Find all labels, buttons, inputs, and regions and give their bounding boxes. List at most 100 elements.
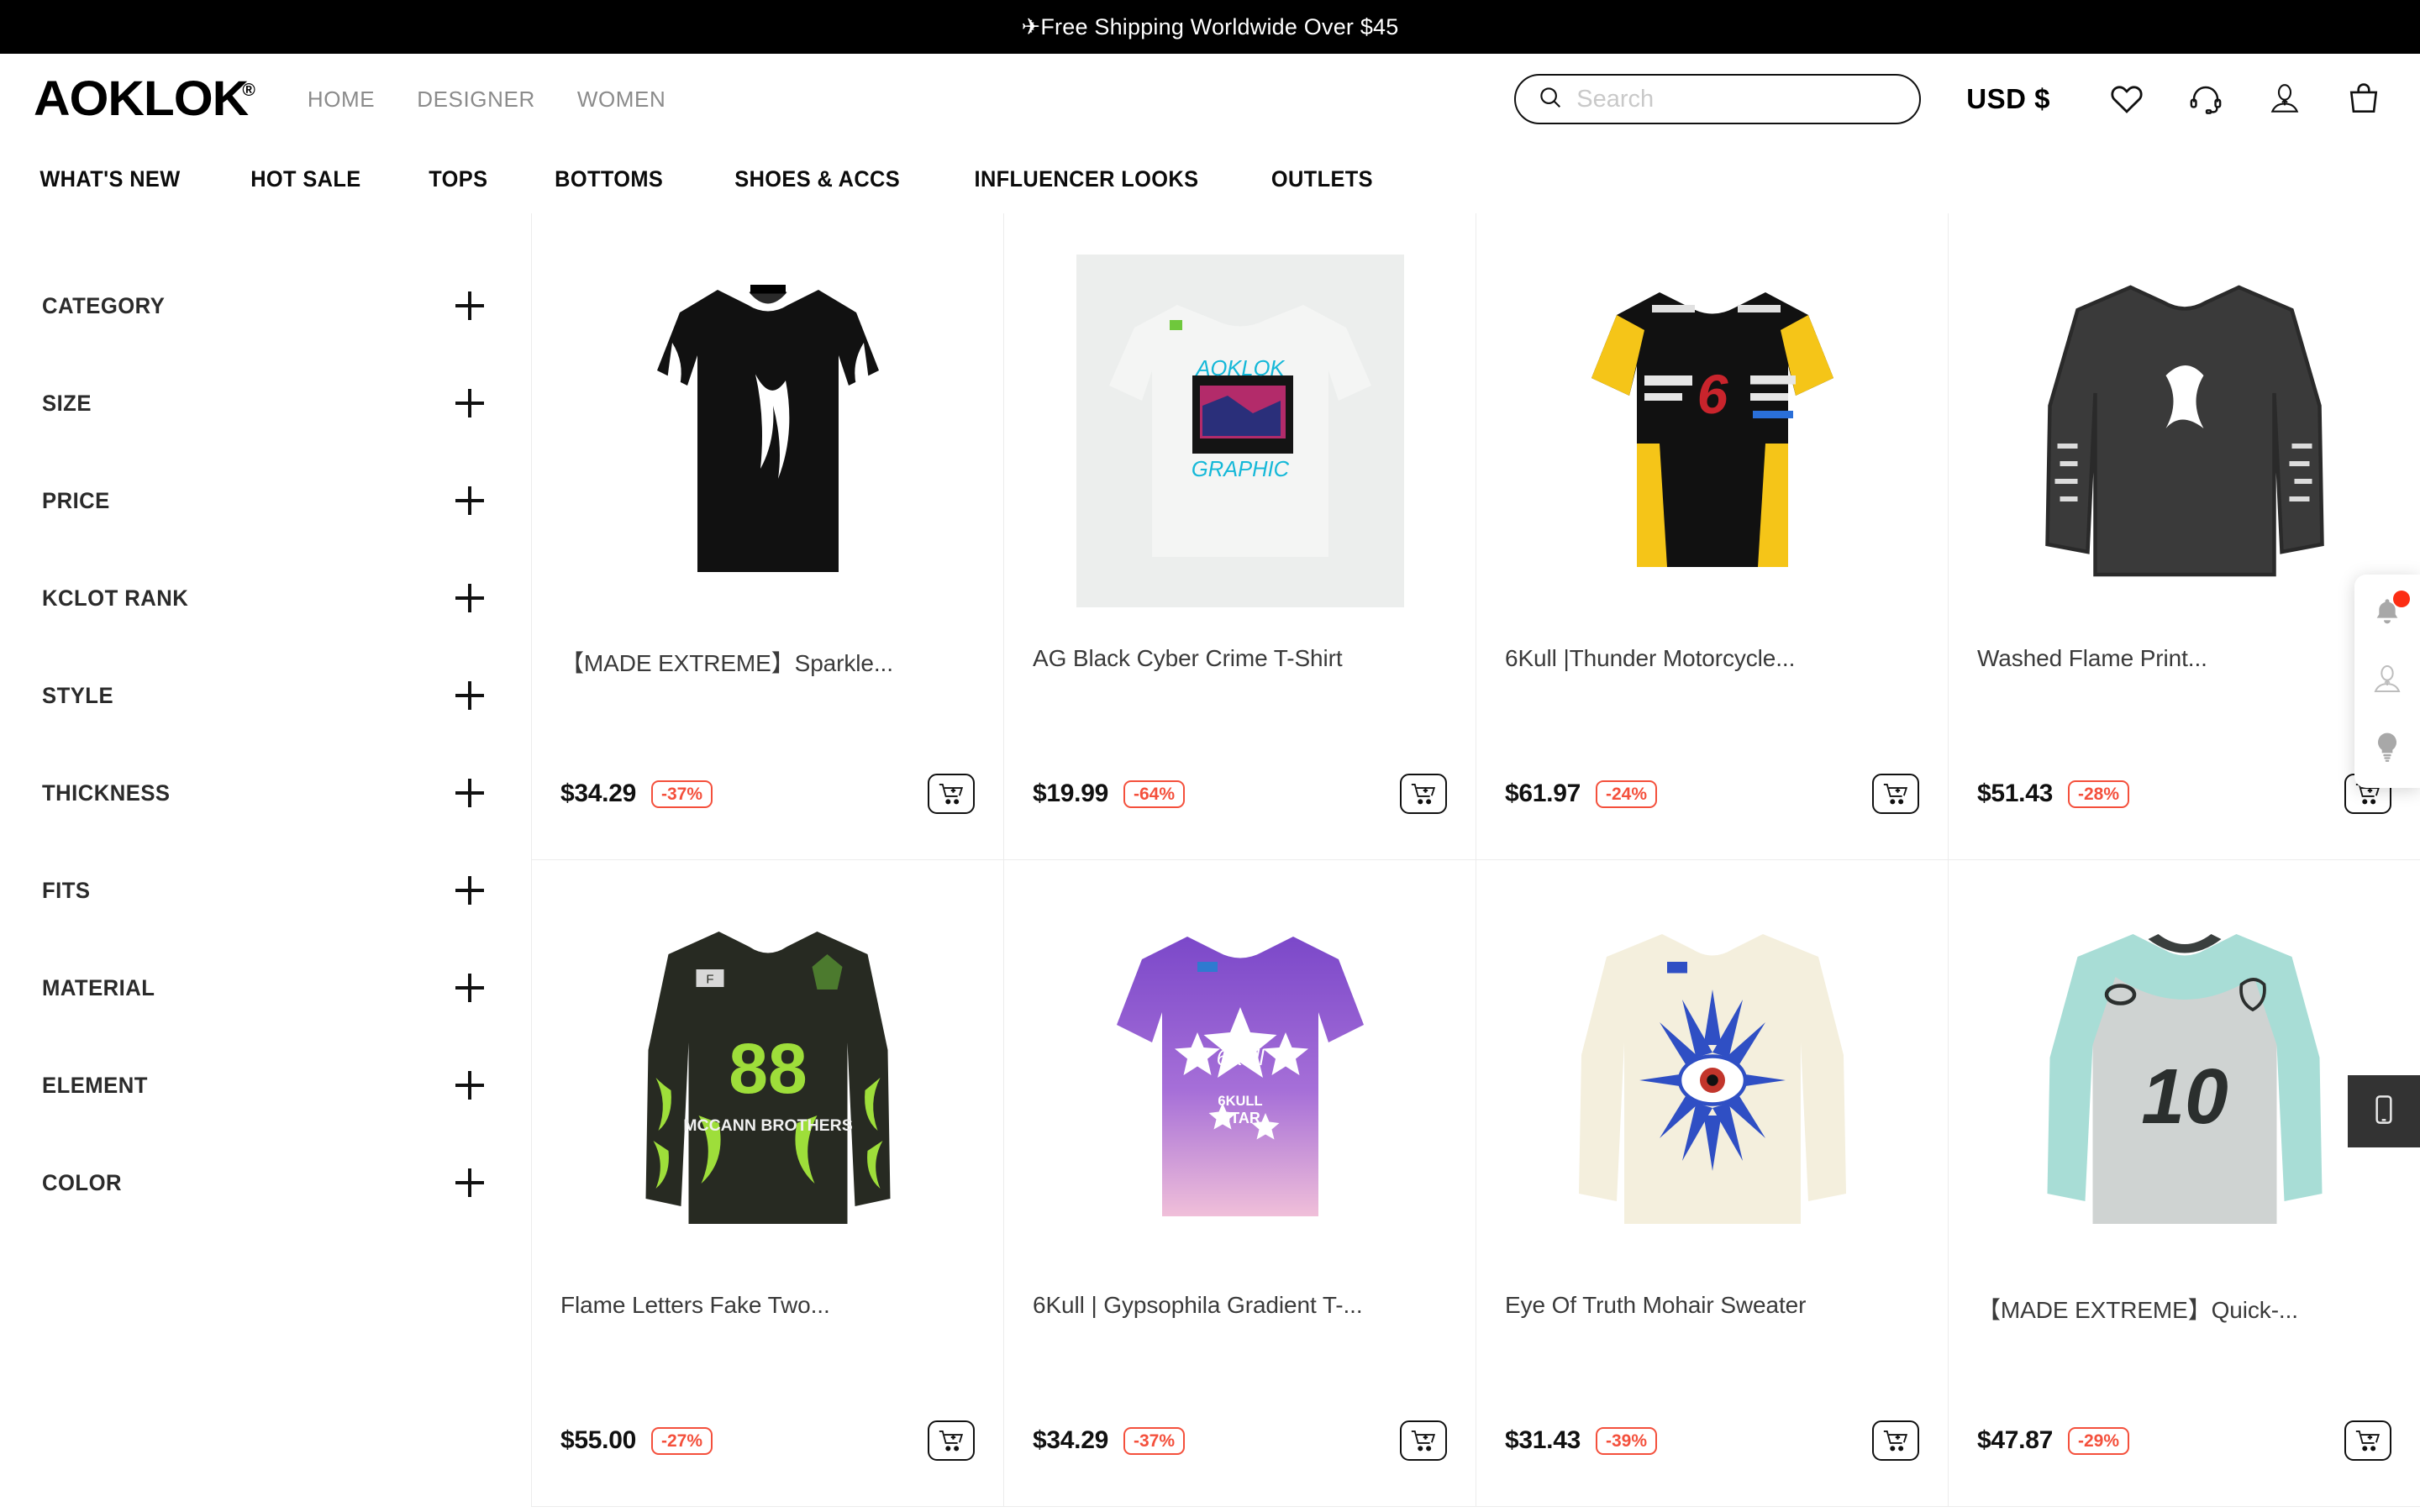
plus-icon[interactable]	[455, 1168, 484, 1197]
product-price: $55.00	[560, 1426, 636, 1454]
user-icon[interactable]	[2368, 660, 2407, 699]
product-title[interactable]: 【MADE EXTREME】Quick-...	[1977, 1292, 2391, 1326]
main-nav-influencer-looks[interactable]: INFLUENCER LOOKS	[974, 166, 1198, 192]
main-nav-whats-new[interactable]: WHAT'S NEW	[39, 166, 180, 192]
svg-text:AOKLOK: AOKLOK	[1194, 357, 1285, 381]
add-to-cart-icon[interactable]	[1400, 774, 1447, 814]
main-nav-bottoms[interactable]: BOTTOMS	[555, 166, 663, 192]
svg-text:88: 88	[729, 1029, 807, 1108]
product-card[interactable]: 10 【MADE EXTREME】Quick-... $47.87 -29%	[1948, 860, 2420, 1507]
plus-icon[interactable]	[455, 876, 484, 905]
product-title[interactable]: Flame Letters Fake Two...	[560, 1292, 975, 1319]
plus-icon[interactable]	[455, 291, 484, 320]
filter-label: STYLE	[42, 682, 114, 708]
mobile-app-button[interactable]	[2348, 1075, 2420, 1147]
filter-color[interactable]: COLOR	[42, 1134, 484, 1231]
filter-element[interactable]: ELEMENT	[42, 1037, 484, 1134]
plus-icon[interactable]	[455, 486, 484, 515]
lightbulb-icon[interactable]	[2368, 727, 2407, 766]
top-nav: HOME DESIGNER WOMEN	[308, 87, 666, 113]
product-image[interactable]: 6Kull 6KULL STAR	[1033, 880, 1447, 1275]
product-card[interactable]: 6 6Kull |Thunder Motorcycle... $61.97 -2…	[1476, 213, 1948, 860]
logo-text: AOKLOK	[34, 71, 249, 126]
product-card[interactable]: AOKLOK GRAPHIC AG Black Cyber Crime T-Sh…	[1003, 213, 1476, 860]
top-nav-home[interactable]: HOME	[308, 87, 375, 113]
filter-style[interactable]: STYLE	[42, 647, 484, 744]
add-to-cart-icon[interactable]	[1872, 1420, 1919, 1461]
main-nav-shoes-accs[interactable]: SHOES & ACCS	[734, 166, 900, 192]
shopping-bag-icon[interactable]	[2344, 80, 2383, 118]
filter-price[interactable]: PRICE	[42, 452, 484, 549]
product-card[interactable]: Washed Flame Print... $51.43 -28%	[1948, 213, 2420, 860]
filter-label: COLOR	[42, 1169, 122, 1195]
product-card[interactable]: 88 MCCANN BROTHERS F Flame Letters Fake …	[531, 860, 1003, 1507]
add-to-cart-icon[interactable]	[1400, 1420, 1447, 1461]
add-to-cart-icon[interactable]	[1872, 774, 1919, 814]
discount-badge: -37%	[1123, 1426, 1185, 1455]
main-nav-tops[interactable]: TOPS	[429, 166, 487, 192]
product-price-row: $19.99 -64%	[1033, 774, 1447, 814]
discount-badge: -28%	[2067, 780, 2129, 808]
product-image[interactable]: AOKLOK GRAPHIC	[1033, 234, 1447, 628]
headset-icon[interactable]	[2186, 80, 2225, 118]
product-image[interactable]	[1977, 234, 2391, 628]
filter-fits[interactable]: FITS	[42, 842, 484, 939]
top-nav-designer[interactable]: DESIGNER	[417, 87, 535, 113]
svg-text:MCCANN BROTHERS: MCCANN BROTHERS	[683, 1116, 853, 1135]
add-to-cart-icon[interactable]	[2344, 1420, 2391, 1461]
product-image[interactable]	[1505, 880, 1919, 1275]
product-title[interactable]: 6Kull | Gypsophila Gradient T-...	[1033, 1292, 1447, 1319]
filter-thickness[interactable]: THICKNESS	[42, 744, 484, 842]
page-body: CATEGORY SIZE PRICE KCLOT RANK STYLE THI…	[0, 213, 2420, 1512]
bell-icon[interactable]	[2368, 591, 2410, 632]
product-price-row: $34.29 -37%	[560, 774, 975, 814]
plus-icon[interactable]	[455, 1071, 484, 1100]
filter-size[interactable]: SIZE	[42, 354, 484, 452]
main-nav-outlets[interactable]: OUTLETS	[1271, 166, 1373, 192]
heart-icon[interactable]	[2107, 80, 2146, 118]
product-title[interactable]: 【MADE EXTREME】Sparkle...	[560, 645, 975, 679]
filter-sidebar: CATEGORY SIZE PRICE KCLOT RANK STYLE THI…	[0, 213, 531, 1512]
product-price-row: $34.29 -37%	[1033, 1420, 1447, 1461]
product-card[interactable]: 6Kull 6KULL STAR 6Kull | Gypsophila Grad…	[1003, 860, 1476, 1507]
product-price: $19.99	[1033, 780, 1108, 807]
plus-icon[interactable]	[455, 389, 484, 417]
filter-kclot-rank[interactable]: KCLOT RANK	[42, 549, 484, 647]
product-title[interactable]: 6Kull |Thunder Motorcycle...	[1505, 645, 1919, 672]
discount-badge: -29%	[2067, 1426, 2129, 1455]
add-to-cart-icon[interactable]	[928, 774, 975, 814]
search-input[interactable]	[1576, 85, 1898, 113]
user-icon[interactable]	[2265, 80, 2304, 118]
product-title[interactable]: AG Black Cyber Crime T-Shirt	[1033, 645, 1447, 672]
product-image[interactable]: 10	[1977, 880, 2391, 1275]
logo[interactable]: AOKLOK ®	[34, 71, 255, 126]
plus-icon[interactable]	[455, 681, 484, 710]
plus-icon[interactable]	[455, 779, 484, 807]
product-grid: 【MADE EXTREME】Sparkle... $34.29 -37% AOK…	[531, 213, 2420, 1507]
add-to-cart-icon[interactable]	[928, 1420, 975, 1461]
filter-label: ELEMENT	[42, 1072, 148, 1098]
product-image[interactable]: 6	[1505, 234, 1919, 628]
main-nav: WHAT'S NEW HOT SALE TOPS BOTTOMS SHOES &…	[0, 144, 2420, 213]
plus-icon[interactable]	[455, 974, 484, 1002]
filter-material[interactable]: MATERIAL	[42, 939, 484, 1037]
product-image[interactable]	[560, 234, 975, 628]
product-card[interactable]: Eye Of Truth Mohair Sweater $31.43 -39%	[1476, 860, 1948, 1507]
filter-category[interactable]: CATEGORY	[42, 257, 484, 354]
plus-icon[interactable]	[455, 584, 484, 612]
product-title[interactable]: Washed Flame Print...	[1977, 645, 2391, 672]
product-price-row: $47.87 -29%	[1977, 1420, 2391, 1461]
product-image[interactable]: 88 MCCANN BROTHERS F	[560, 880, 975, 1275]
svg-text:10: 10	[2141, 1053, 2228, 1140]
search-box[interactable]	[1514, 74, 1922, 124]
product-grid-area: 【MADE EXTREME】Sparkle... $34.29 -37% AOK…	[531, 213, 2420, 1512]
main-nav-hot-sale[interactable]: HOT SALE	[250, 166, 360, 192]
product-price: $47.87	[1977, 1426, 2053, 1454]
site-header: AOKLOK ® HOME DESIGNER WOMEN USD $	[0, 54, 2420, 144]
currency-selector[interactable]: USD $	[1966, 83, 2050, 115]
product-card[interactable]: 【MADE EXTREME】Sparkle... $34.29 -37%	[531, 213, 1003, 860]
filter-label: KCLOT RANK	[42, 585, 189, 611]
mobile-phone-icon	[2367, 1093, 2401, 1131]
top-nav-women[interactable]: WOMEN	[577, 87, 666, 113]
product-title[interactable]: Eye Of Truth Mohair Sweater	[1505, 1292, 1919, 1319]
